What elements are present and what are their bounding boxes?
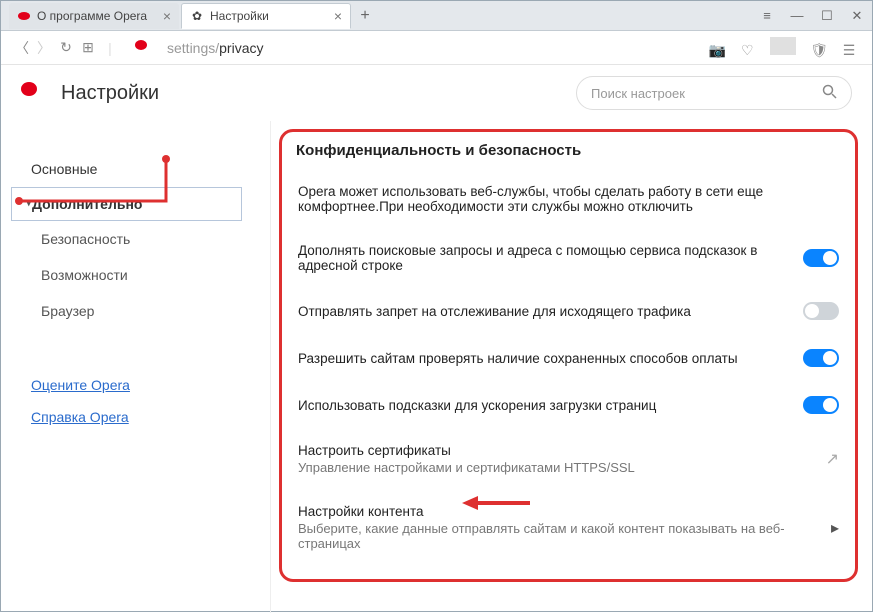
tab-settings[interactable]: ✿ Настройки × bbox=[181, 3, 351, 29]
tab-label: О программе Opera bbox=[37, 9, 157, 23]
external-link-icon: ↗ bbox=[826, 449, 839, 469]
sidebar-item-label: Основные bbox=[31, 161, 97, 177]
page-title: Настройки bbox=[61, 82, 159, 105]
back-button[interactable]: 〈 bbox=[11, 38, 33, 58]
toggle-preload[interactable] bbox=[803, 396, 839, 414]
sidebar-item-label: Возможности bbox=[41, 267, 128, 283]
sidebar-link-rate[interactable]: Оцените Opera bbox=[1, 369, 270, 401]
row-preload[interactable]: Использовать подсказки для ускорения заг… bbox=[292, 381, 845, 428]
reload-button[interactable]: ↻ bbox=[55, 39, 77, 56]
toggle-suggest[interactable] bbox=[803, 249, 839, 267]
settings-sidebar: Основные ▾ Дополнительно Безопасность Во… bbox=[1, 121, 271, 613]
toggle-dnt[interactable] bbox=[803, 302, 839, 320]
window-controls: ≡ — ☐ ✕ bbox=[752, 8, 872, 24]
opera-icon bbox=[135, 37, 157, 59]
row-text: Использовать подсказки для ускорения заг… bbox=[298, 398, 783, 413]
tab-label: Настройки bbox=[210, 9, 328, 23]
speed-dial-button[interactable]: ⊞ bbox=[77, 39, 99, 56]
url-path: privacy bbox=[219, 40, 263, 56]
address-bar: 〈 〉 ↻ ⊞ | settings/privacy 📷 ♡ 🛡 ☰ bbox=[1, 31, 872, 65]
row-dnt[interactable]: Отправлять запрет на отслеживание для ис… bbox=[292, 287, 845, 334]
row-title: Настройки контента bbox=[298, 504, 801, 519]
settings-content: Конфиденциальность и безопасность Opera … bbox=[271, 121, 872, 613]
new-tab-button[interactable]: + bbox=[353, 4, 377, 28]
url-display[interactable]: settings/privacy bbox=[167, 40, 704, 56]
row-certificates[interactable]: Настроить сертификаты Управление настрой… bbox=[292, 428, 845, 489]
panel-title: Конфиденциальность и безопасность bbox=[292, 138, 845, 169]
sidebar-item-browser[interactable]: Браузер bbox=[1, 293, 270, 329]
sidebar-item-label: Справка Opera bbox=[31, 409, 129, 425]
easy-setup-icon[interactable]: ☰ bbox=[836, 42, 862, 59]
sidebar-item-label: Оцените Opera bbox=[31, 377, 130, 393]
row-title: Настроить сертификаты bbox=[298, 443, 796, 458]
search-placeholder: Поиск настроек bbox=[591, 86, 822, 101]
close-icon[interactable]: × bbox=[334, 8, 342, 24]
search-icon bbox=[822, 84, 837, 102]
heart-icon[interactable]: ♡ bbox=[734, 42, 760, 59]
sidebar-link-help[interactable]: Справка Opera bbox=[1, 401, 270, 433]
opera-icon bbox=[17, 9, 31, 23]
shield-icon[interactable]: 🛡 bbox=[806, 42, 832, 59]
row-text: Дополнять поисковые запросы и адреса с п… bbox=[298, 243, 783, 273]
row-text: Разрешить сайтам проверять наличие сохра… bbox=[298, 351, 783, 366]
sidebar-item-basic[interactable]: Основные bbox=[1, 151, 270, 187]
row-content-settings[interactable]: Настройки контента Выберите, какие данны… bbox=[292, 489, 845, 565]
close-icon[interactable]: × bbox=[163, 8, 171, 24]
gear-icon: ✿ bbox=[190, 9, 204, 23]
row-text: Opera может использовать веб-службы, что… bbox=[298, 184, 819, 214]
sidebar-item-features[interactable]: Возможности bbox=[1, 257, 270, 293]
url-prefix: settings/ bbox=[167, 40, 219, 56]
minimize-button[interactable]: — bbox=[782, 8, 812, 23]
privacy-panel: Конфиденциальность и безопасность Opera … bbox=[279, 129, 858, 582]
sidebar-item-label: Дополнительно bbox=[32, 196, 142, 212]
chevron-right-icon: ▸ bbox=[831, 518, 839, 538]
row-intro: Opera может использовать веб-службы, что… bbox=[292, 169, 845, 228]
menu-icon[interactable]: ≡ bbox=[752, 8, 782, 23]
maximize-button[interactable]: ☐ bbox=[812, 8, 842, 24]
annotation-arrow bbox=[462, 492, 532, 514]
sidebar-item-advanced[interactable]: ▾ Дополнительно bbox=[11, 187, 242, 221]
close-button[interactable]: ✕ bbox=[842, 8, 872, 24]
row-subtitle: Управление настройками и сертификатами H… bbox=[298, 460, 796, 475]
forward-button[interactable]: 〉 bbox=[33, 38, 55, 58]
separator bbox=[770, 37, 796, 55]
opera-logo bbox=[21, 79, 49, 107]
row-subtitle: Выберите, какие данные отправлять сайтам… bbox=[298, 521, 801, 551]
settings-header: Настройки Поиск настроек bbox=[1, 65, 872, 121]
caret-down-icon: ▾ bbox=[26, 196, 32, 209]
sidebar-item-label: Безопасность bbox=[41, 231, 130, 247]
snapshot-icon[interactable]: 📷 bbox=[704, 42, 730, 59]
row-text: Отправлять запрет на отслеживание для ис… bbox=[298, 304, 783, 319]
toggle-payments[interactable] bbox=[803, 349, 839, 367]
search-input[interactable]: Поиск настроек bbox=[576, 76, 852, 110]
tab-about-opera[interactable]: О программе Opera × bbox=[9, 3, 179, 29]
sidebar-item-label: Браузер bbox=[41, 303, 94, 319]
row-suggest[interactable]: Дополнять поисковые запросы и адреса с п… bbox=[292, 228, 845, 287]
row-payments[interactable]: Разрешить сайтам проверять наличие сохра… bbox=[292, 334, 845, 381]
tab-strip: О программе Opera × ✿ Настройки × + ≡ — … bbox=[1, 1, 872, 31]
sidebar-item-security[interactable]: Безопасность bbox=[1, 221, 270, 257]
